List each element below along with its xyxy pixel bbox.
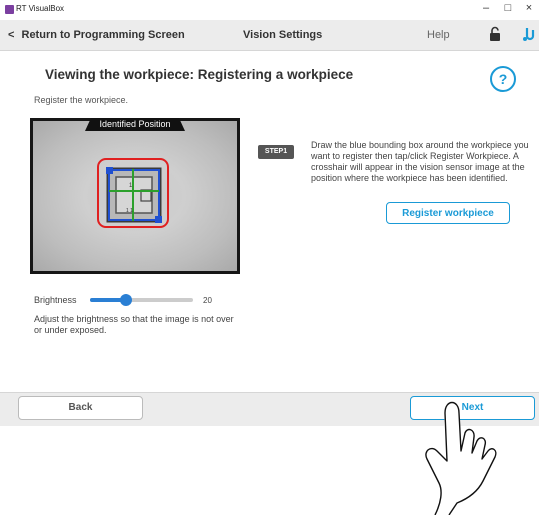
camera-view[interactable]: 1 1 1 Identified Position [30,118,240,274]
brightness-slider[interactable] [90,294,193,306]
page-title: Vision Settings [243,29,323,41]
header-bar: < Return to Programming Screen Vision Se… [0,20,539,51]
camera-image[interactable]: 1 1 1 [33,121,237,271]
tap-hand-icon [425,401,497,515]
lock-icon[interactable] [488,26,502,42]
section-subheading: Register the workpiece. [34,95,129,105]
step-instructions: Draw the blue bounding box around the wo… [311,140,529,183]
brightness-value: 20 [203,296,212,305]
bbox-handle-bottom-right[interactable] [155,216,162,223]
part-marking-b: 1 1 [126,208,133,214]
close-button[interactable]: × [521,2,537,14]
return-to-programming-link[interactable]: < Return to Programming Screen [8,29,185,41]
section-heading: Viewing the workpiece: Registering a wor… [45,67,354,82]
help-link[interactable]: Help [427,29,450,41]
step-badge: STEP1 [258,145,294,159]
app-window: RT VisualBox – □ × < Return to Programmi… [0,0,539,426]
bbox-handle-top-left[interactable] [106,167,113,174]
help-question-icon[interactable]: ? [490,66,516,92]
brightness-slider-thumb[interactable] [120,294,133,306]
back-button[interactable]: Back [18,396,143,420]
minimize-button[interactable]: – [478,2,494,14]
brightness-label: Brightness [34,295,77,305]
camera-scene: 1 1 1 [97,158,169,228]
network-icon[interactable] [522,26,536,42]
brightness-help-text: Adjust the brightness so that the image … [34,314,234,335]
maximize-button[interactable]: □ [500,2,516,14]
app-title: RT VisualBox [16,4,65,13]
identified-position-label: Identified Position [85,118,185,131]
register-workpiece-button[interactable]: Register workpiece [386,202,510,224]
return-label: Return to Programming Screen [21,29,185,41]
title-bar: RT VisualBox – □ × [0,0,539,20]
app-logo-icon [5,5,14,14]
chevron-left-icon: < [8,29,15,41]
